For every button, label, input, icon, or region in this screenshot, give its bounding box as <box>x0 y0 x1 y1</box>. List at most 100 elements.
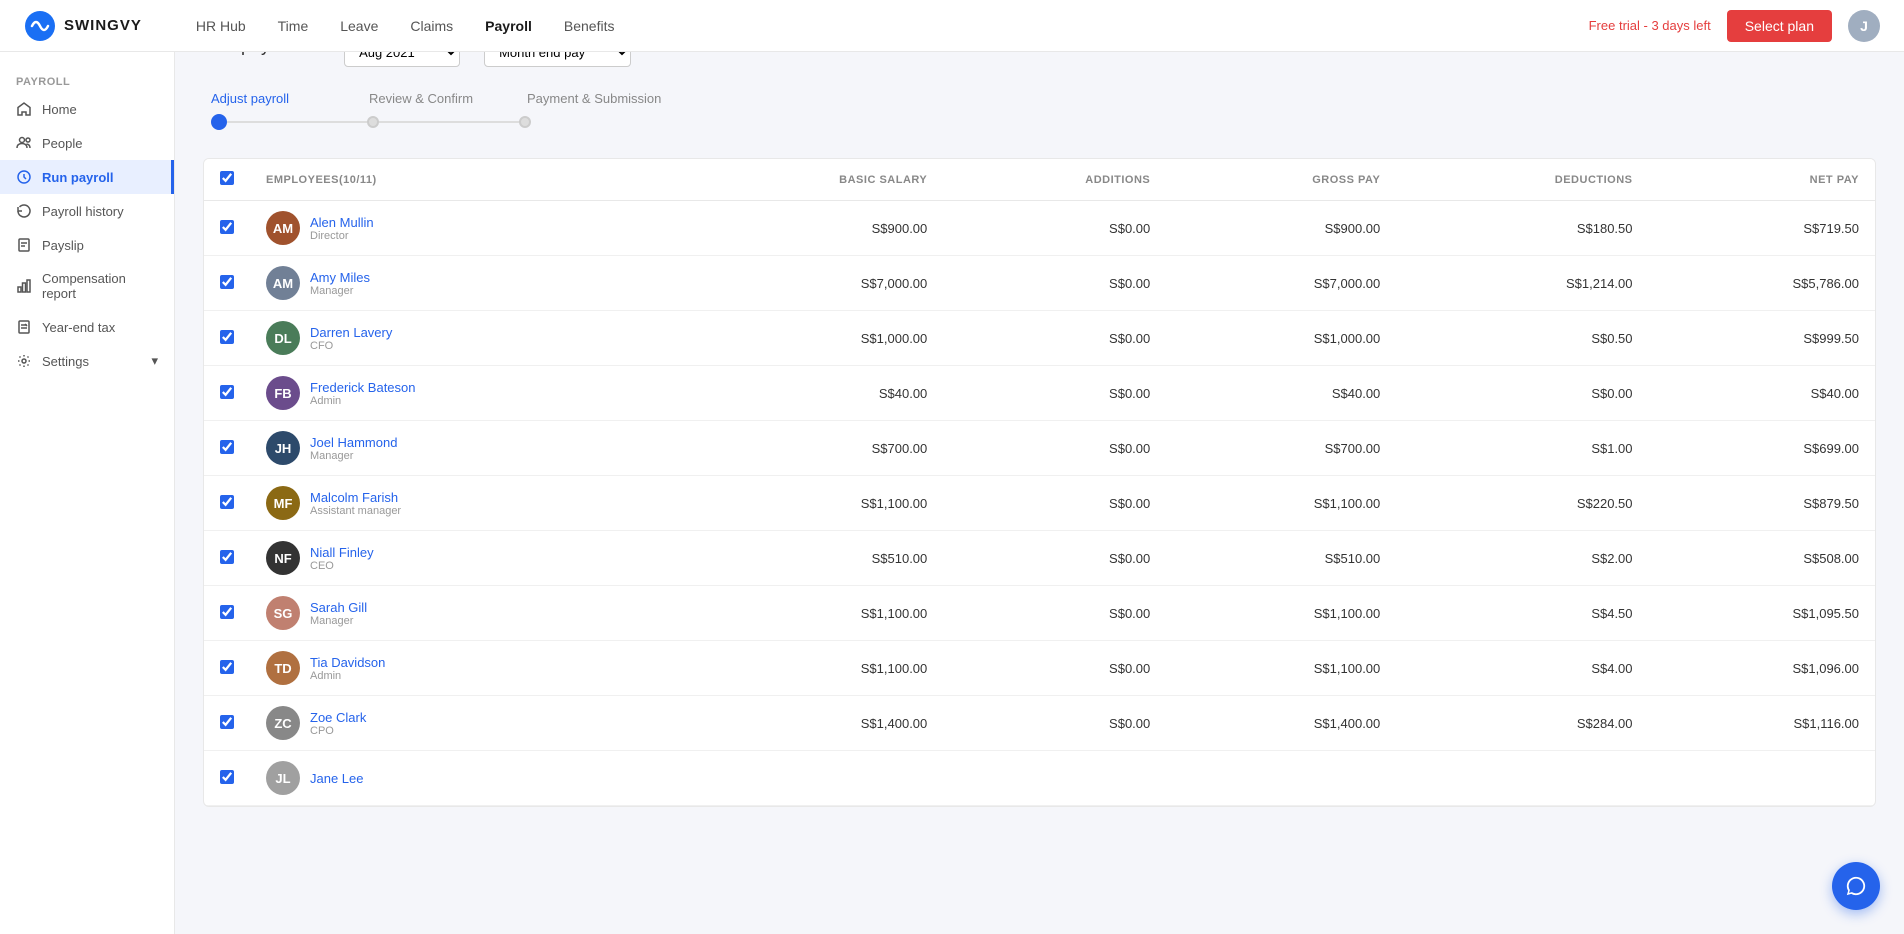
employee-name[interactable]: Niall Finley <box>310 545 374 560</box>
table-row: MFMalcolm FarishAssistant managerS$1,100… <box>204 476 1875 531</box>
step-1-label[interactable]: Adjust payroll <box>211 91 369 106</box>
employee-deductions: S$1,214.00 <box>1396 256 1648 311</box>
row-checkbox[interactable] <box>220 550 234 564</box>
employee-deductions: S$180.50 <box>1396 201 1648 256</box>
table-row: AMAmy MilesManagerS$7,000.00S$0.00S$7,00… <box>204 256 1875 311</box>
employee-gross-pay: S$700.00 <box>1166 421 1396 476</box>
employee-avatar: JL <box>266 761 300 795</box>
employee-deductions: S$0.00 <box>1396 366 1648 421</box>
settings-icon <box>16 353 32 369</box>
employee-basic-salary: S$1,400.00 <box>667 696 943 751</box>
sidebar-item-payslip[interactable]: Payslip <box>0 228 174 262</box>
sidebar-item-settings[interactable]: Settings ▾ <box>0 344 174 378</box>
employee-additions <box>943 751 1166 806</box>
employee-name[interactable]: Zoe Clark <box>310 710 366 725</box>
chevron-down-icon: ▾ <box>151 353 158 369</box>
row-checkbox[interactable] <box>220 715 234 729</box>
table-row: SGSarah GillManagerS$1,100.00S$0.00S$1,1… <box>204 586 1875 641</box>
employee-net-pay: S$5,786.00 <box>1649 256 1875 311</box>
employee-avatar: JH <box>266 431 300 465</box>
sidebar-item-year-end-tax[interactable]: Year-end tax <box>0 310 174 344</box>
employee-name[interactable]: Joel Hammond <box>310 435 397 450</box>
employee-additions: S$0.00 <box>943 586 1166 641</box>
row-checkbox[interactable] <box>220 440 234 454</box>
row-checkbox-cell <box>204 311 250 366</box>
employee-name[interactable]: Frederick Bateson <box>310 380 416 395</box>
nav-claims[interactable]: Claims <box>396 12 467 40</box>
employee-cell: JL Jane Lee <box>250 751 667 806</box>
sidebar-item-people[interactable]: People <box>0 126 174 160</box>
employee-additions: S$0.00 <box>943 256 1166 311</box>
people-icon <box>16 135 32 151</box>
run-payroll-icon <box>16 169 32 185</box>
employee-cell: JHJoel HammondManager <box>250 421 667 476</box>
row-checkbox[interactable] <box>220 385 234 399</box>
nav-payroll[interactable]: Payroll <box>471 12 546 40</box>
row-checkbox[interactable] <box>220 605 234 619</box>
employee-name[interactable]: Jane Lee <box>310 771 364 786</box>
employee-name[interactable]: Alen Mullin <box>310 215 374 230</box>
row-checkbox[interactable] <box>220 330 234 344</box>
chat-button[interactable] <box>1832 862 1880 910</box>
sidebar-item-run-payroll[interactable]: Run payroll <box>0 160 174 194</box>
employee-deductions: S$220.50 <box>1396 476 1648 531</box>
step-3-label[interactable]: Payment & Submission <box>527 91 707 106</box>
employee-basic-salary: S$1,000.00 <box>667 311 943 366</box>
employee-name[interactable]: Darren Lavery <box>310 325 392 340</box>
chat-icon <box>1845 875 1867 897</box>
sidebar-label-year-end-tax: Year-end tax <box>42 320 115 335</box>
sidebar-item-compensation-report[interactable]: Compensation report <box>0 262 174 310</box>
row-checkbox-cell <box>204 641 250 696</box>
employee-name[interactable]: Sarah Gill <box>310 600 367 615</box>
employee-name[interactable]: Amy Miles <box>310 270 370 285</box>
employee-additions: S$0.00 <box>943 311 1166 366</box>
employee-basic-salary: S$1,100.00 <box>667 586 943 641</box>
sidebar-label-run-payroll: Run payroll <box>42 170 114 185</box>
employee-deductions: S$1.00 <box>1396 421 1648 476</box>
nav-leave[interactable]: Leave <box>326 12 392 40</box>
table-row: NFNiall FinleyCEOS$510.00S$0.00S$510.00S… <box>204 531 1875 586</box>
employee-avatar: NF <box>266 541 300 575</box>
employee-name[interactable]: Malcolm Farish <box>310 490 401 505</box>
steps-section: Adjust payroll Review & Confirm Payment … <box>203 91 1876 130</box>
progress-bar <box>203 114 1876 130</box>
employee-deductions: S$4.50 <box>1396 586 1648 641</box>
progress-line-2 <box>379 121 519 123</box>
table-row: TDTia DavidsonAdminS$1,100.00S$0.00S$1,1… <box>204 641 1875 696</box>
sidebar-item-home[interactable]: Home <box>0 92 174 126</box>
employee-deductions: S$4.00 <box>1396 641 1648 696</box>
select-plan-button[interactable]: Select plan <box>1727 10 1832 42</box>
row-checkbox[interactable] <box>220 770 234 784</box>
employee-role: Director <box>310 230 374 242</box>
select-all-checkbox[interactable] <box>220 171 234 185</box>
employee-additions: S$0.00 <box>943 201 1166 256</box>
employee-name[interactable]: Tia Davidson <box>310 655 385 670</box>
employee-cell: ZCZoe ClarkCPO <box>250 696 667 751</box>
header-net-pay: NET PAY <box>1649 159 1875 201</box>
row-checkbox-cell <box>204 696 250 751</box>
employee-basic-salary: S$700.00 <box>667 421 943 476</box>
employee-additions: S$0.00 <box>943 476 1166 531</box>
employee-gross-pay: S$7,000.00 <box>1166 256 1396 311</box>
row-checkbox[interactable] <box>220 495 234 509</box>
employee-net-pay: S$999.50 <box>1649 311 1875 366</box>
employee-role: Manager <box>310 285 370 297</box>
header-deductions: DEDUCTIONS <box>1396 159 1648 201</box>
row-checkbox[interactable] <box>220 220 234 234</box>
employee-basic-salary: S$1,100.00 <box>667 476 943 531</box>
employee-basic-salary: S$510.00 <box>667 531 943 586</box>
nav-time[interactable]: Time <box>264 12 323 40</box>
user-avatar[interactable]: J <box>1848 10 1880 42</box>
row-checkbox[interactable] <box>220 275 234 289</box>
employee-gross-pay: S$1,000.00 <box>1166 311 1396 366</box>
employee-net-pay: S$719.50 <box>1649 201 1875 256</box>
nav-hr-hub[interactable]: HR Hub <box>182 12 260 40</box>
employee-avatar: FB <box>266 376 300 410</box>
tax-icon <box>16 319 32 335</box>
employee-role: Manager <box>310 615 367 627</box>
employee-avatar: AM <box>266 266 300 300</box>
step-2-label[interactable]: Review & Confirm <box>369 91 527 106</box>
nav-benefits[interactable]: Benefits <box>550 12 629 40</box>
sidebar-item-payroll-history[interactable]: Payroll history <box>0 194 174 228</box>
row-checkbox[interactable] <box>220 660 234 674</box>
